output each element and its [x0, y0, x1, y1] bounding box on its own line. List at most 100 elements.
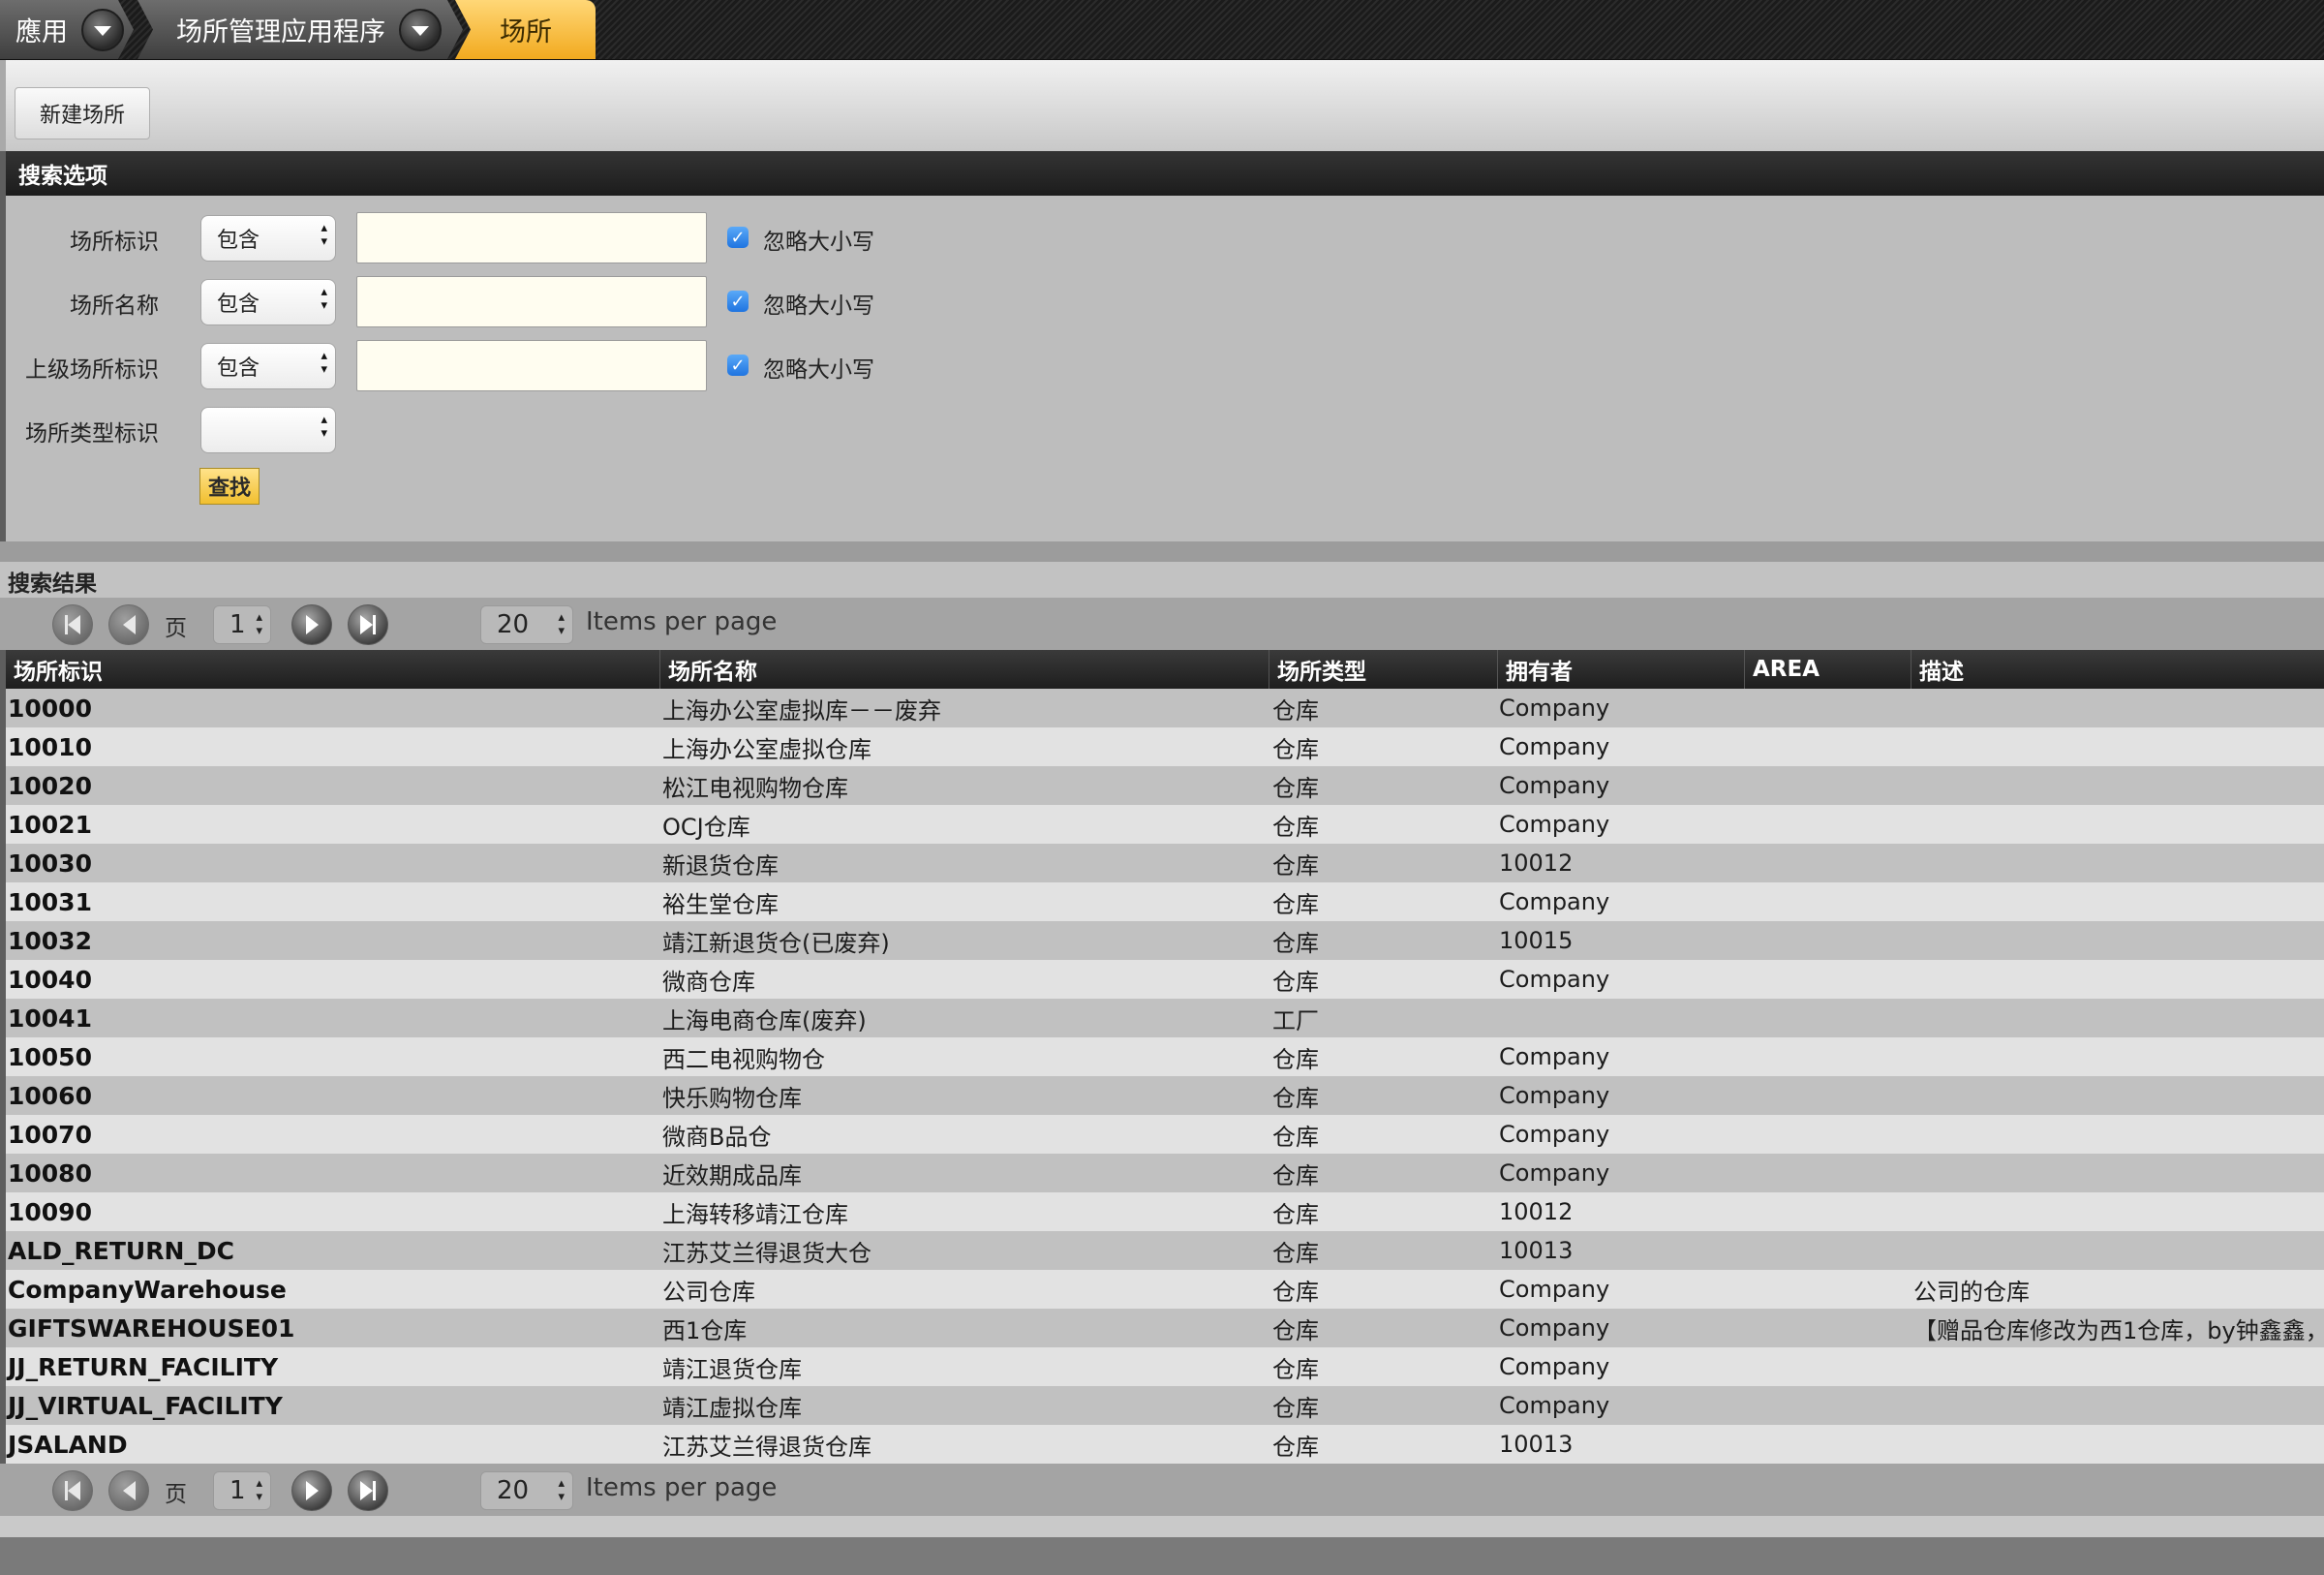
table-row[interactable]: 10080 近效期成品库 仓库 Company: [6, 1154, 2324, 1192]
chevron-down-icon[interactable]: [81, 8, 124, 51]
cell-area: [1745, 1115, 1905, 1154]
cell-facility-id[interactable]: 10030: [6, 844, 654, 882]
column-header-owner[interactable]: 拥有者: [1497, 650, 1744, 689]
facility-id-input[interactable]: [356, 212, 707, 263]
items-per-page-select[interactable]: 20: [480, 1471, 573, 1510]
table-row[interactable]: 10040 微商仓库 仓库 Company: [6, 960, 2324, 999]
cell-description: [1911, 1231, 2324, 1270]
column-header-description[interactable]: 描述: [1911, 650, 2324, 689]
last-page-button[interactable]: [348, 1470, 388, 1511]
results-table: 场所标识 场所名称 场所类型 拥有者 AREA 描述 10000 上海办公室虚拟库…: [6, 650, 2324, 1464]
table-row[interactable]: 10090 上海转移靖江仓库 仓库 10012: [6, 1192, 2324, 1231]
cell-description: [1911, 960, 2324, 999]
table-row[interactable]: ALD_RETURN_DC 江苏艾兰得退货大仓 仓库 10013: [6, 1231, 2324, 1270]
table-row[interactable]: 10041 上海电商仓库(废弃) 工厂: [6, 999, 2324, 1037]
table-row[interactable]: JSALAND 江苏艾兰得退货仓库 仓库 10013: [6, 1425, 2324, 1464]
cell-facility-id[interactable]: 10050: [6, 1037, 654, 1076]
cell-facility-id[interactable]: 10000: [6, 689, 654, 727]
cell-facility-id[interactable]: 10020: [6, 766, 654, 805]
facility-name-ignore-case-checkbox[interactable]: ✓: [727, 291, 749, 312]
facility-name-operator-select[interactable]: 包含: [200, 279, 336, 325]
cell-facility-id[interactable]: 10070: [6, 1115, 654, 1154]
facility-name-input[interactable]: [356, 276, 707, 327]
facility-name-label: 场所名称: [70, 293, 159, 319]
cell-facility-id[interactable]: 10021: [6, 805, 654, 844]
cell-facility-id[interactable]: 10080: [6, 1154, 654, 1192]
table-row[interactable]: JJ_VIRTUAL_FACILITY 靖江虚拟仓库 仓库 Company: [6, 1386, 2324, 1425]
page-select[interactable]: 1: [213, 605, 271, 644]
cell-facility-id[interactable]: 10040: [6, 960, 654, 999]
cell-area: [1745, 727, 1905, 766]
items-per-page-select[interactable]: 20: [480, 605, 573, 644]
table-row[interactable]: 10032 靖江新退货仓(已废弃) 仓库 10015: [6, 921, 2324, 960]
parent-facility-id-operator-select[interactable]: 包含: [200, 343, 336, 389]
page-label: 页: [165, 616, 187, 641]
facility-id-label: 场所标识: [70, 230, 159, 255]
cell-description: [1911, 805, 2324, 844]
cell-owner: 10012: [1499, 849, 1574, 877]
new-facility-button[interactable]: 新建场所: [15, 87, 150, 139]
table-row[interactable]: 10000 上海办公室虚拟库－－废弃 仓库 Company: [6, 689, 2324, 727]
table-row[interactable]: 10031 裕生堂仓库 仓库 Company: [6, 882, 2324, 921]
column-header-area[interactable]: AREA: [1744, 650, 1911, 689]
page-select[interactable]: 1: [213, 1471, 271, 1510]
parent-facility-id-input[interactable]: [356, 340, 707, 391]
column-header-facility-id[interactable]: 场所标识: [6, 650, 659, 689]
breadcrumb-facility-app[interactable]: 场所管理应用程序: [138, 0, 463, 59]
next-page-button[interactable]: [291, 604, 332, 645]
cell-facility-id[interactable]: JSALAND: [6, 1425, 654, 1464]
cell-facility-id[interactable]: 10060: [6, 1076, 654, 1115]
find-button[interactable]: 查找: [199, 468, 260, 505]
table-row[interactable]: 10021 OCJ仓库 仓库 Company: [6, 805, 2324, 844]
facility-type-select[interactable]: [200, 407, 336, 453]
facility-id-operator-select[interactable]: 包含: [200, 215, 336, 262]
table-row[interactable]: CompanyWarehouse 公司仓库 仓库 Company 公司的仓库: [6, 1270, 2324, 1309]
cell-facility-name: 微商B品仓: [662, 1123, 772, 1151]
cell-facility-type: 仓库: [1272, 929, 1319, 957]
table-row[interactable]: 10010 上海办公室虚拟仓库 仓库 Company: [6, 727, 2324, 766]
cell-facility-id[interactable]: JJ_RETURN_FACILITY: [6, 1347, 654, 1386]
parent-facility-id-ignore-case-checkbox[interactable]: ✓: [727, 355, 749, 376]
column-header-facility-type[interactable]: 场所类型: [1269, 650, 1497, 689]
facility-id-ignore-case-checkbox[interactable]: ✓: [727, 227, 749, 248]
table-row[interactable]: JJ_RETURN_FACILITY 靖江退货仓库 仓库 Company: [6, 1347, 2324, 1386]
table-row[interactable]: 10030 新退货仓库 仓库 10012: [6, 844, 2324, 882]
table-row[interactable]: 10060 快乐购物仓库 仓库 Company: [6, 1076, 2324, 1115]
first-page-button[interactable]: [52, 1470, 93, 1511]
chevron-down-icon[interactable]: [399, 8, 442, 51]
cell-area: [1745, 1347, 1905, 1386]
column-header-facility-name[interactable]: 场所名称: [659, 650, 1269, 689]
breadcrumb-apps[interactable]: 應用: [0, 0, 134, 59]
table-row[interactable]: 10050 西二电视购物仓 仓库 Company: [6, 1037, 2324, 1076]
cell-description: [1911, 1386, 2324, 1425]
next-page-button[interactable]: [291, 1470, 332, 1511]
cell-description: [1911, 1037, 2324, 1076]
previous-page-button[interactable]: [108, 1470, 149, 1511]
first-page-button[interactable]: [52, 604, 93, 645]
table-row[interactable]: 10070 微商B品仓 仓库 Company: [6, 1115, 2324, 1154]
table-row[interactable]: 10020 松江电视购物仓库 仓库 Company: [6, 766, 2324, 805]
breadcrumb-facility-current[interactable]: 场所: [455, 0, 596, 59]
cell-facility-id[interactable]: GIFTSWAREHOUSE01: [6, 1309, 654, 1347]
cell-facility-id[interactable]: 10010: [6, 727, 654, 766]
cell-facility-name: OCJ仓库: [662, 813, 750, 841]
cell-facility-id[interactable]: ALD_RETURN_DC: [6, 1231, 654, 1270]
cell-description: [1911, 1192, 2324, 1231]
cell-facility-id[interactable]: 10041: [6, 999, 654, 1037]
table-row[interactable]: GIFTSWAREHOUSE01 西1仓库 仓库 Company 【赠品仓库修改为西1仓…: [6, 1309, 2324, 1347]
cell-description: [1911, 1115, 2324, 1154]
top-nav-bar: 應用 场所管理应用程序 场所: [0, 0, 2324, 60]
cell-description: [1911, 1347, 2324, 1386]
section-divider: [0, 541, 2324, 562]
cell-area: [1745, 766, 1905, 805]
cell-facility-id[interactable]: 10090: [6, 1192, 654, 1231]
cell-facility-id[interactable]: CompanyWarehouse: [6, 1270, 654, 1309]
cell-facility-id[interactable]: 10031: [6, 882, 654, 921]
cell-facility-id[interactable]: 10032: [6, 921, 654, 960]
cell-area: [1745, 999, 1905, 1037]
cell-facility-name: 上海办公室虚拟库－－废弃: [662, 696, 941, 725]
breadcrumb-apps-label: 應用: [15, 17, 68, 47]
cell-facility-id[interactable]: JJ_VIRTUAL_FACILITY: [6, 1386, 654, 1425]
previous-page-button[interactable]: [108, 604, 149, 645]
last-page-button[interactable]: [348, 604, 388, 645]
